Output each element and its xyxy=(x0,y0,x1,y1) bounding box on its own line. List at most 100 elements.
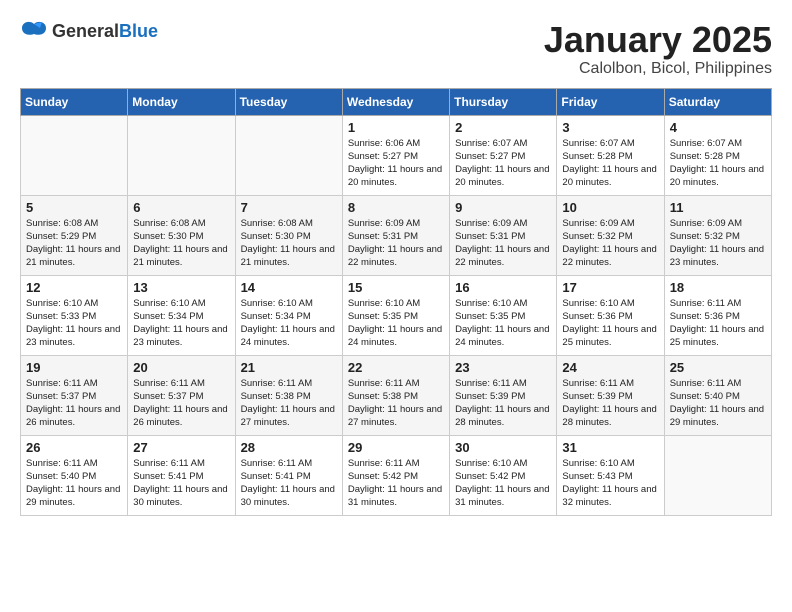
week-row-1: 1 Sunrise: 6:06 AM Sunset: 5:27 PM Daylig… xyxy=(21,115,772,195)
day-number: 28 xyxy=(241,440,337,455)
day-cell-21: 21 Sunrise: 6:11 AM Sunset: 5:38 PM Dayli… xyxy=(235,355,342,435)
day-number: 15 xyxy=(348,280,444,295)
day-cell-27: 27 Sunrise: 6:11 AM Sunset: 5:41 PM Dayli… xyxy=(128,435,235,515)
day-cell-18: 18 Sunrise: 6:11 AM Sunset: 5:36 PM Dayli… xyxy=(664,275,771,355)
day-cell-8: 8Sunrise: 6:09 AM Sunset: 5:31 PM Daylig… xyxy=(342,195,449,275)
day-info: Sunrise: 6:10 AM Sunset: 5:34 PM Dayligh… xyxy=(133,297,229,350)
day-number: 30 xyxy=(455,440,551,455)
day-info: Sunrise: 6:09 AM Sunset: 5:31 PM Dayligh… xyxy=(348,217,444,270)
weekday-row: SundayMondayTuesdayWednesdayThursdayFrid… xyxy=(21,88,772,115)
day-cell-26: 26 Sunrise: 6:11 AM Sunset: 5:40 PM Dayli… xyxy=(21,435,128,515)
weekday-header-thursday: Thursday xyxy=(450,88,557,115)
day-number: 2 xyxy=(455,120,551,135)
day-info: Sunrise: 6:11 AM Sunset: 5:41 PM Dayligh… xyxy=(133,457,229,510)
day-number: 26 xyxy=(26,440,122,455)
day-number: 10 xyxy=(562,200,658,215)
weekday-header-friday: Friday xyxy=(557,88,664,115)
day-info: Sunrise: 6:11 AM Sunset: 5:40 PM Dayligh… xyxy=(670,377,766,430)
empty-cell xyxy=(21,115,128,195)
day-info: Sunrise: 6:08 AM Sunset: 5:30 PM Dayligh… xyxy=(241,217,337,270)
day-info: Sunrise: 6:07 AM Sunset: 5:28 PM Dayligh… xyxy=(562,137,658,190)
day-info: Sunrise: 6:06 AM Sunset: 5:27 PM Dayligh… xyxy=(348,137,444,190)
day-info: Sunrise: 6:08 AM Sunset: 5:29 PM Dayligh… xyxy=(26,217,122,270)
day-cell-3: 3Sunrise: 6:07 AM Sunset: 5:28 PM Daylig… xyxy=(557,115,664,195)
day-number: 1 xyxy=(348,120,444,135)
day-info: Sunrise: 6:11 AM Sunset: 5:38 PM Dayligh… xyxy=(241,377,337,430)
day-cell-29: 29 Sunrise: 6:11 AM Sunset: 5:42 PM Dayli… xyxy=(342,435,449,515)
day-cell-10: 10 Sunrise: 6:09 AM Sunset: 5:32 PM Dayli… xyxy=(557,195,664,275)
day-info: Sunrise: 6:09 AM Sunset: 5:31 PM Dayligh… xyxy=(455,217,551,270)
day-number: 14 xyxy=(241,280,337,295)
day-number: 12 xyxy=(26,280,122,295)
day-info: Sunrise: 6:11 AM Sunset: 5:42 PM Dayligh… xyxy=(348,457,444,510)
day-number: 16 xyxy=(455,280,551,295)
weekday-header-sunday: Sunday xyxy=(21,88,128,115)
day-info: Sunrise: 6:10 AM Sunset: 5:35 PM Dayligh… xyxy=(455,297,551,350)
empty-cell xyxy=(664,435,771,515)
day-number: 31 xyxy=(562,440,658,455)
weekday-header-saturday: Saturday xyxy=(664,88,771,115)
calendar-title: January 2025 xyxy=(544,20,772,60)
logo-icon xyxy=(20,20,48,42)
day-cell-4: 4Sunrise: 6:07 AM Sunset: 5:28 PM Daylig… xyxy=(664,115,771,195)
logo-general: General xyxy=(52,21,119,41)
day-info: Sunrise: 6:09 AM Sunset: 5:32 PM Dayligh… xyxy=(562,217,658,270)
week-row-4: 19Sunrise: 6:11 AM Sunset: 5:37 PM Dayli… xyxy=(21,355,772,435)
day-info: Sunrise: 6:11 AM Sunset: 5:38 PM Dayligh… xyxy=(348,377,444,430)
day-number: 23 xyxy=(455,360,551,375)
day-cell-12: 12 Sunrise: 6:10 AM Sunset: 5:33 PM Dayli… xyxy=(21,275,128,355)
day-cell-23: 23 Sunrise: 6:11 AM Sunset: 5:39 PM Dayli… xyxy=(450,355,557,435)
day-info: Sunrise: 6:11 AM Sunset: 5:37 PM Dayligh… xyxy=(133,377,229,430)
day-number: 22 xyxy=(348,360,444,375)
day-number: 29 xyxy=(348,440,444,455)
day-number: 21 xyxy=(241,360,337,375)
day-cell-9: 9 Sunrise: 6:09 AM Sunset: 5:31 PM Daylig… xyxy=(450,195,557,275)
day-number: 7 xyxy=(241,200,337,215)
day-cell-20: 20 Sunrise: 6:11 AM Sunset: 5:37 PM Dayli… xyxy=(128,355,235,435)
day-cell-30: 30 Sunrise: 6:10 AM Sunset: 5:42 PM Dayli… xyxy=(450,435,557,515)
day-info: Sunrise: 6:11 AM Sunset: 5:37 PM Dayligh… xyxy=(26,377,122,430)
day-info: Sunrise: 6:10 AM Sunset: 5:36 PM Dayligh… xyxy=(562,297,658,350)
title-block: January 2025 Calolbon, Bicol, Philippine… xyxy=(544,20,772,78)
day-cell-7: 7 Sunrise: 6:08 AM Sunset: 5:30 PM Daylig… xyxy=(235,195,342,275)
day-number: 17 xyxy=(562,280,658,295)
day-cell-5: 5 Sunrise: 6:08 AM Sunset: 5:29 PM Daylig… xyxy=(21,195,128,275)
day-number: 18 xyxy=(670,280,766,295)
empty-cell xyxy=(128,115,235,195)
day-info: Sunrise: 6:11 AM Sunset: 5:40 PM Dayligh… xyxy=(26,457,122,510)
day-info: Sunrise: 6:10 AM Sunset: 5:35 PM Dayligh… xyxy=(348,297,444,350)
logo-text: GeneralBlue xyxy=(52,21,158,42)
calendar-header: SundayMondayTuesdayWednesdayThursdayFrid… xyxy=(21,88,772,115)
day-info: Sunrise: 6:10 AM Sunset: 5:33 PM Dayligh… xyxy=(26,297,122,350)
week-row-5: 26 Sunrise: 6:11 AM Sunset: 5:40 PM Dayli… xyxy=(21,435,772,515)
day-number: 20 xyxy=(133,360,229,375)
day-cell-17: 17 Sunrise: 6:10 AM Sunset: 5:36 PM Dayli… xyxy=(557,275,664,355)
day-number: 13 xyxy=(133,280,229,295)
day-cell-19: 19Sunrise: 6:11 AM Sunset: 5:37 PM Dayli… xyxy=(21,355,128,435)
day-info: Sunrise: 6:11 AM Sunset: 5:39 PM Dayligh… xyxy=(455,377,551,430)
day-cell-2: 2 Sunrise: 6:07 AM Sunset: 5:27 PM Daylig… xyxy=(450,115,557,195)
day-number: 11 xyxy=(670,200,766,215)
day-number: 4 xyxy=(670,120,766,135)
day-cell-24: 24Sunrise: 6:11 AM Sunset: 5:39 PM Dayli… xyxy=(557,355,664,435)
day-info: Sunrise: 6:11 AM Sunset: 5:36 PM Dayligh… xyxy=(670,297,766,350)
day-number: 9 xyxy=(455,200,551,215)
day-info: Sunrise: 6:10 AM Sunset: 5:42 PM Dayligh… xyxy=(455,457,551,510)
calendar-body: 1 Sunrise: 6:06 AM Sunset: 5:27 PM Daylig… xyxy=(21,115,772,515)
day-cell-13: 13 Sunrise: 6:10 AM Sunset: 5:34 PM Dayli… xyxy=(128,275,235,355)
day-cell-28: 28 Sunrise: 6:11 AM Sunset: 5:41 PM Dayli… xyxy=(235,435,342,515)
day-number: 5 xyxy=(26,200,122,215)
weekday-header-wednesday: Wednesday xyxy=(342,88,449,115)
logo: GeneralBlue xyxy=(20,20,158,42)
day-info: Sunrise: 6:09 AM Sunset: 5:32 PM Dayligh… xyxy=(670,217,766,270)
day-cell-1: 1 Sunrise: 6:06 AM Sunset: 5:27 PM Daylig… xyxy=(342,115,449,195)
page-header: GeneralBlue January 2025 Calolbon, Bicol… xyxy=(20,20,772,78)
day-info: Sunrise: 6:11 AM Sunset: 5:41 PM Dayligh… xyxy=(241,457,337,510)
day-info: Sunrise: 6:07 AM Sunset: 5:27 PM Dayligh… xyxy=(455,137,551,190)
empty-cell xyxy=(235,115,342,195)
day-number: 27 xyxy=(133,440,229,455)
day-info: Sunrise: 6:11 AM Sunset: 5:39 PM Dayligh… xyxy=(562,377,658,430)
calendar-table: SundayMondayTuesdayWednesdayThursdayFrid… xyxy=(20,88,772,516)
day-cell-6: 6Sunrise: 6:08 AM Sunset: 5:30 PM Daylig… xyxy=(128,195,235,275)
week-row-2: 5 Sunrise: 6:08 AM Sunset: 5:29 PM Daylig… xyxy=(21,195,772,275)
